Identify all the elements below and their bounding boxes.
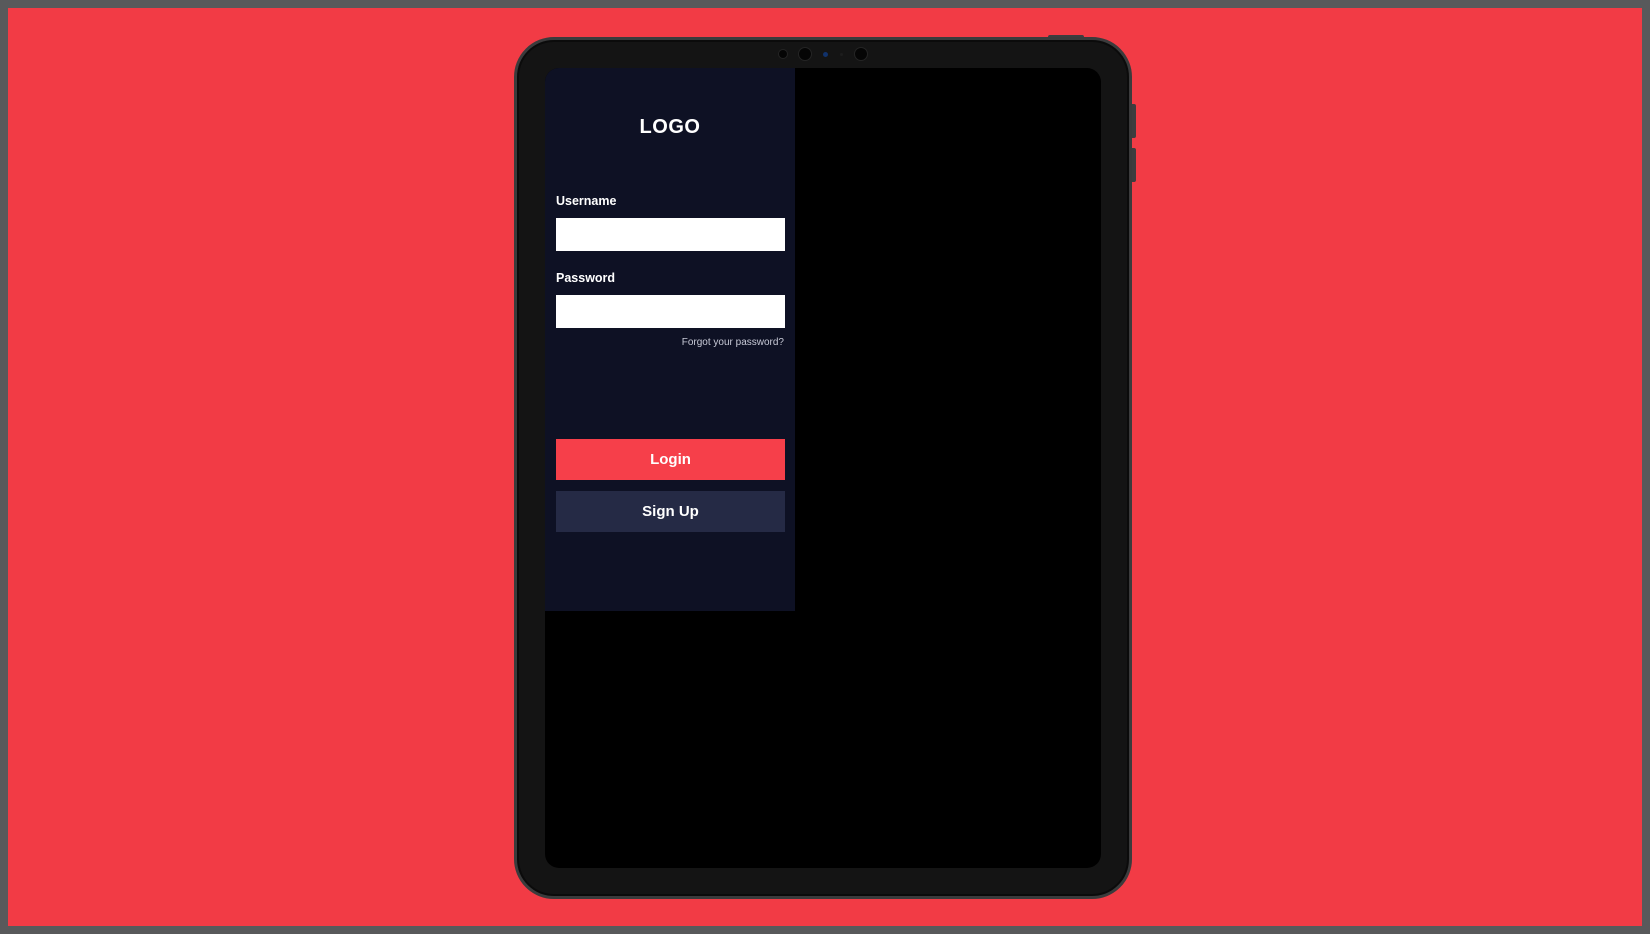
logo: LOGO <box>639 116 701 138</box>
login-button[interactable]: Login <box>556 439 785 480</box>
sensor-icon <box>855 48 867 60</box>
forgot-password-link[interactable]: Forgot your password? <box>682 337 784 348</box>
volume-up-button <box>1132 104 1136 138</box>
username-label: Username <box>556 194 617 208</box>
front-camera-icon <box>799 48 811 60</box>
camera-bar <box>517 47 1129 61</box>
sensor-icon <box>779 50 787 58</box>
indicator-dot-icon <box>840 52 843 56</box>
camera-lens-icon <box>823 51 828 57</box>
tablet-screen: LOGO Username Password Forgot your passw… <box>545 68 1101 868</box>
tablet-device: LOGO Username Password Forgot your passw… <box>514 37 1132 899</box>
password-input[interactable] <box>556 295 785 328</box>
volume-down-button <box>1132 148 1136 182</box>
sign-up-button[interactable]: Sign Up <box>556 491 785 532</box>
username-input[interactable] <box>556 218 785 251</box>
password-label: Password <box>556 271 616 285</box>
login-panel: LOGO Username Password Forgot your passw… <box>545 68 795 611</box>
